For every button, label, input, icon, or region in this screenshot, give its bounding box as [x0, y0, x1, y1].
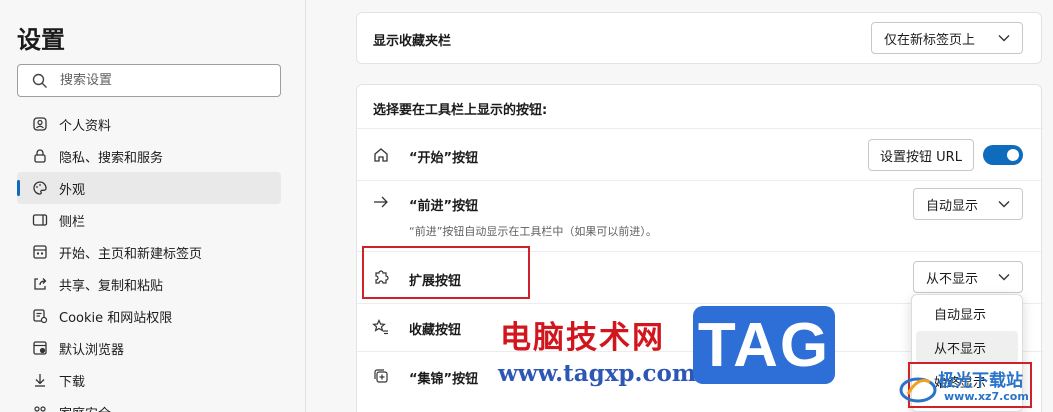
search-box[interactable] [17, 64, 281, 97]
settings-title: 设置 [17, 26, 65, 54]
forward-button-value: 自动显示 [926, 198, 979, 214]
watermark-xz-logo: 极光下载站 www.xz7.com [896, 364, 1053, 412]
sidebar-item-family[interactable]: 家庭安全 [17, 396, 281, 412]
sidebar-item-sidebar[interactable]: 侧栏 [17, 204, 281, 236]
star-list-icon [371, 317, 391, 337]
sidebar-item-cookies[interactable]: Cookie 和网站权限 [17, 300, 281, 332]
forward-button-description: “前进”按钮自动显示在工具栏中（如果可以前进）。 [409, 225, 657, 238]
menu-option-never[interactable]: 从不显示 [916, 331, 1018, 363]
home-icon [371, 145, 391, 165]
sidebar-item-profile[interactable]: 个人资料 [17, 108, 281, 140]
sidebar-item-downloads[interactable]: 下载 [17, 364, 281, 396]
extensions-button-value: 从不显示 [926, 271, 979, 287]
sidebar-item-label: 默认浏览器 [59, 342, 125, 358]
sidebar-item-label: 隐私、搜索和服务 [59, 150, 164, 166]
sidebar-item-label: 共享、复制和粘贴 [59, 278, 164, 294]
watermark-site-name: 电脑技术网 [500, 320, 665, 356]
forward-button-dropdown[interactable]: 自动显示 [913, 188, 1023, 220]
share-icon [31, 275, 49, 293]
lock-icon [31, 147, 49, 165]
favorites-bar-label: 显示收藏夹栏 [373, 34, 452, 49]
sidebar-item-label: 侧栏 [59, 214, 86, 230]
family-icon [31, 403, 49, 412]
settings-nav: 个人资料 隐私、搜索和服务 外观 侧栏 开始、主页和新建标签页 共享、复制和粘贴… [17, 108, 281, 412]
profile-icon [31, 115, 49, 133]
divider [357, 180, 1043, 181]
forward-button-label: “前进”按钮 [409, 199, 479, 214]
aurora-logo-icon [899, 377, 937, 403]
sidebar-item-label: 下载 [59, 374, 86, 390]
browser-icon [31, 339, 49, 357]
palette-icon [31, 179, 49, 197]
favorites-button-label: 收藏按钮 [409, 323, 462, 338]
forward-arrow-icon [371, 192, 391, 212]
sidebar-icon [31, 211, 49, 229]
set-button-url-button[interactable]: 设置按钮 URL [868, 139, 974, 171]
sidebar-item-label: 开始、主页和新建标签页 [59, 246, 203, 262]
settings-sidebar: 设置 个人资料 隐私、搜索和服务 外观 侧栏 开始、主页和新建标签页 共享、复制… [0, 0, 306, 412]
menu-option-auto[interactable]: 自动显示 [916, 297, 1018, 329]
extensions-button-dropdown[interactable]: 从不显示 [913, 261, 1023, 293]
watermark-tag-logo: TAG [693, 306, 835, 384]
chevron-down-icon [998, 201, 1010, 208]
sidebar-item-share[interactable]: 共享、复制和粘贴 [17, 268, 281, 300]
watermark-site-url: www.tagxp.com [498, 360, 697, 387]
search-input[interactable] [60, 73, 260, 88]
sidebar-item-label: 外观 [59, 182, 86, 198]
sidebar-item-label: Cookie 和网站权限 [59, 310, 173, 326]
sidebar-item-label: 个人资料 [59, 118, 112, 134]
toolbar-section-heading: 选择要在工具栏上显示的按钮: [373, 103, 548, 118]
sidebar-item-default-browser[interactable]: 默认浏览器 [17, 332, 281, 364]
watermark-xz-name: 极光下载站 [938, 371, 1023, 391]
watermark-xz-url: www.xz7.com [944, 390, 1029, 403]
search-icon [32, 73, 47, 88]
home-button-toggle[interactable] [983, 145, 1023, 165]
sidebar-item-start-home[interactable]: 开始、主页和新建标签页 [17, 236, 281, 268]
divider [357, 128, 1043, 129]
collections-icon [371, 366, 391, 386]
download-icon [31, 371, 49, 389]
sidebar-item-privacy[interactable]: 隐私、搜索和服务 [17, 140, 281, 172]
toggle-knob [1007, 149, 1019, 161]
favorites-bar-dropdown[interactable]: 仅在新标签页上 [871, 22, 1023, 54]
annotation-box-extensions [362, 246, 530, 299]
chevron-down-icon [998, 35, 1010, 42]
sidebar-item-appearance[interactable]: 外观 [17, 172, 281, 204]
favorites-bar-card: 显示收藏夹栏 仅在新标签页上 [356, 12, 1042, 64]
sidebar-item-label: 家庭安全 [59, 403, 111, 412]
home-button-label: “开始”按钮 [409, 151, 479, 166]
home-grid-icon [31, 243, 49, 261]
favorites-bar-value: 仅在新标签页上 [884, 32, 976, 48]
site-permissions-icon [31, 307, 49, 325]
chevron-down-icon [998, 274, 1010, 281]
collections-button-label: “集锦”按钮 [409, 372, 479, 387]
